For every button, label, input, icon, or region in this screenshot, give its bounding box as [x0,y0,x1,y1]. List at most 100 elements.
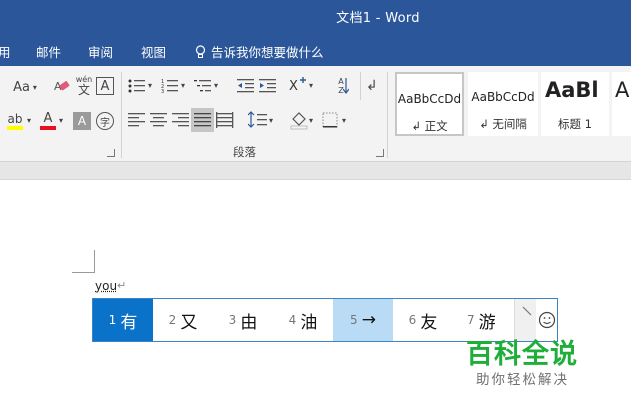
watermark-subtitle: 助你轻松解决 [476,372,569,388]
dropdown-arrow-icon[interactable]: ▾ [214,81,218,90]
font-color-swatch [40,126,56,130]
paragraph-mark: ↵ [117,279,127,292]
dropdown-arrow-icon[interactable]: ▾ [181,81,185,90]
sort-arrow-icon [343,78,349,94]
style-sample: AaBbCcDd [397,92,462,106]
group-separator [121,72,122,158]
paragraph-group-label: 段落 [233,145,256,159]
align-center-icon[interactable] [150,112,168,128]
character-border-button[interactable]: A [96,77,114,95]
ime-candidate[interactable]: 6 友 [393,299,453,341]
eraser-icon: A [54,80,70,93]
candidate-number: 3 [228,313,237,327]
align-left-icon[interactable] [128,112,146,128]
ribbon-tab-bar: 用 邮件 审阅 视图 告诉我你想要做什么 [0,34,631,66]
ime-candidate[interactable]: 1 有 [93,299,153,341]
candidate-char: 游 [478,312,496,333]
style-heading-2[interactable]: A [612,72,631,136]
candidate-char: → [361,310,376,330]
font-color-button[interactable]: A [38,110,58,132]
candidate-number: 2 [168,313,177,327]
dropdown-arrow-icon[interactable]: ▾ [309,116,313,125]
word-window: 文档1 - Word 用 邮件 审阅 视图 告诉我你想要做什么 Aa ▾ A w… [0,0,631,420]
candidate-char: 油 [300,312,318,333]
chinese-layout-icon[interactable]: X [288,77,308,95]
style-normal[interactable]: AaBbCcDd ↲ 正文 [395,72,464,136]
document-top-gap [0,162,631,180]
tell-me-label: 告诉我你想要做什么 [211,45,324,60]
style-name: 标题 1 [558,117,592,131]
window-title: 文档1 - Word [336,11,420,26]
candidate-char: 又 [180,312,198,333]
dropdown-arrow-icon[interactable]: ▾ [27,116,31,125]
style-name: ↲ 正文 [411,119,448,133]
style-sample: A [615,78,630,102]
candidate-number: 5 [350,313,358,327]
line-spacing-icon[interactable] [248,111,268,129]
group-separator [360,72,361,100]
multilevel-list-icon[interactable] [194,78,212,94]
phonetic-char-icon: 文 [77,83,90,97]
ribbon: Aa ▾ A wén 文 A ab ▾ A ▾ A 字 ▾ 1 2 3 ▾ ▾ … [0,66,631,162]
highlight-color-swatch [7,125,23,130]
lightbulb-icon [195,44,206,58]
bullets-icon[interactable] [128,78,146,94]
decrease-indent-icon[interactable] [237,78,255,94]
candidate-number: 6 [408,313,417,327]
paragraph-dialog-launcher-icon[interactable] [376,149,384,157]
clear-formatting-button[interactable]: A [52,77,72,97]
candidate-char: 由 [240,312,258,333]
candidate-char: 有 [120,312,138,333]
enclose-characters-button[interactable]: 字 [96,112,114,130]
style-sample: AaBbCcDd [471,90,535,104]
svg-text:3: 3 [161,89,164,94]
ime-candidate[interactable]: 4 油 [273,299,333,341]
shading-bucket-icon[interactable] [289,110,309,130]
dropdown-arrow-icon[interactable]: ▾ [59,116,63,125]
change-case-button[interactable]: Aa ▾ [8,76,42,98]
align-justify-icon [193,113,211,127]
svg-text:X: X [289,79,298,94]
font-dialog-launcher-icon[interactable] [107,149,115,157]
smiley-icon [538,311,556,329]
borders-icon[interactable] [322,112,338,128]
style-sample: AaBl [545,78,599,102]
highlight-letter: ab [7,111,23,126]
change-case-label: Aa [13,79,30,95]
distributed-icon[interactable] [216,112,234,128]
tab-partial[interactable]: 用 [0,42,11,61]
ime-candidate[interactable]: 5 → [333,299,393,341]
candidate-number: 1 [108,313,117,327]
tab-view[interactable]: 视图 [141,42,166,61]
font-color-letter: A [43,111,53,126]
text-highlight-button[interactable]: ab [4,110,26,132]
dropdown-arrow-icon[interactable]: ▾ [342,116,346,125]
dropdown-arrow-icon[interactable]: ▾ [309,81,313,90]
tell-me-box[interactable]: 告诉我你想要做什么 [195,42,324,61]
margin-corner-mark [72,250,95,273]
character-shading-button[interactable]: A [73,112,91,130]
phonetic-guide-button[interactable]: wén 文 [74,74,94,98]
dropdown-arrow-icon: ▾ [32,82,37,92]
ime-candidate[interactable]: 3 由 [213,299,273,341]
title-bar: 文档1 - Word [0,0,631,34]
ime-candidate[interactable]: 2 又 [153,299,213,341]
group-separator [387,72,388,158]
candidate-number: 4 [288,313,297,327]
dropdown-arrow-icon[interactable]: ▾ [269,116,273,125]
watermark-title: 百科全说 [466,339,578,370]
tab-mailings[interactable]: 邮件 [36,42,61,61]
increase-indent-icon[interactable] [259,78,277,94]
align-right-icon[interactable] [172,112,190,128]
justify-button[interactable] [191,108,214,132]
dropdown-arrow-icon[interactable]: ▾ [148,81,152,90]
composition-text: you [95,279,118,293]
numbering-icon[interactable]: 1 2 3 [161,78,179,94]
candidate-char: 友 [420,312,438,333]
tab-review[interactable]: 审阅 [88,42,113,61]
style-name: ↲ 无间隔 [479,117,527,131]
style-no-spacing[interactable]: AaBbCcDd ↲ 无间隔 [468,72,538,136]
show-marks-icon[interactable]: ↲ [366,78,378,94]
style-heading-1[interactable]: AaBl 标题 1 [541,72,609,136]
candidate-number: 7 [467,313,475,327]
